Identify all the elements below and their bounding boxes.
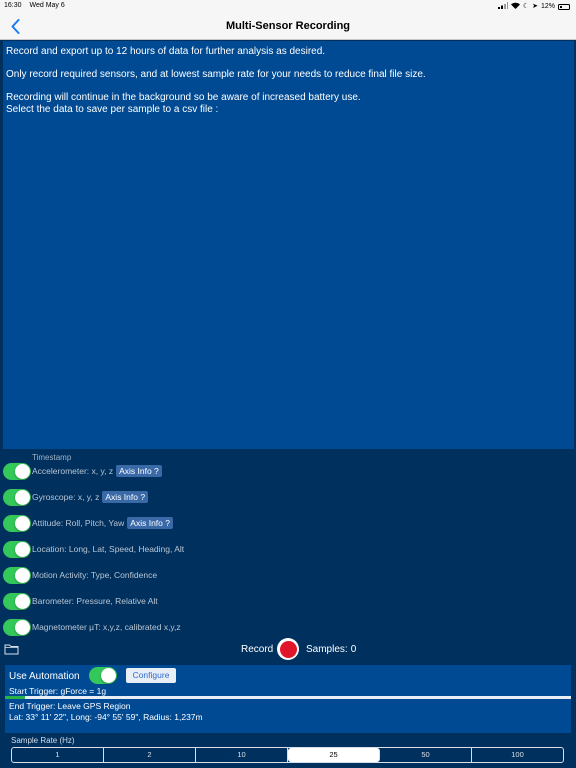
sample-rate-option-2[interactable]: 2 [104,748,196,762]
attitude-label: Attitude: Roll, Pitch, Yaw [32,518,125,528]
wifi-icon [510,2,520,12]
info-line-export: Record and export up to 12 hours of data… [6,46,326,57]
accelerometer-toggle[interactable] [3,462,31,480]
sensor-row-magnetometer: Magnetometer µT: x,y,z, calibrated x,y,z [3,617,403,637]
sample-rate-label: Sample Rate (Hz) [11,736,75,745]
moon-icon: ☾ [522,3,530,10]
use-automation-label: Use Automation [9,671,80,682]
attitude-toggle[interactable] [3,514,31,532]
gyroscope-axis-info-button[interactable]: Axis Info ? [102,491,149,503]
info-panel: Record and export up to 12 hours of data… [3,41,574,449]
barometer-label: Barometer: Pressure, Relative Alt [32,596,158,606]
gps-region-text: Lat: 33° 11' 22", Long: -94° 55' 59", Ra… [9,711,203,722]
motion-activity-toggle[interactable] [3,566,31,584]
record-dot-icon [279,640,297,658]
sensor-row-barometer: Barometer: Pressure, Relative Alt [3,591,403,611]
info-line-battery: Recording will continue in the backgroun… [6,92,361,103]
use-automation-toggle[interactable] [89,667,117,684]
accelerometer-axis-info-button[interactable]: Axis Info ? [116,465,162,477]
attitude-axis-info-button[interactable]: Axis Info ? [127,517,173,529]
sample-rate-option-10[interactable]: 10 [196,748,288,762]
magnetometer-toggle[interactable] [3,618,31,636]
magnetometer-label: Magnetometer µT: x,y,z, calibrated x,y,z [32,622,181,632]
motion-activity-label: Motion Activity: Type, Confidence [32,570,158,580]
end-trigger-text: End Trigger: Leave GPS Region [9,701,131,711]
end-trigger-block: End Trigger: Leave GPS Region Lat: 33° 1… [9,701,203,722]
location-toggle[interactable] [3,540,31,558]
configure-button[interactable]: Configure [126,668,176,683]
info-line-select: Select the data to save per sample to a … [6,104,219,115]
battery-percent: 12% [540,3,555,10]
sensor-row-gyroscope: Gyroscope: x, y, z Axis Info ? [3,487,403,507]
start-trigger-text: Start Trigger: gForce = 1g [9,686,107,696]
sample-rate-option-25[interactable]: 25 [288,748,380,762]
accelerometer-label: Accelerometer: x, y, z [32,466,114,476]
location-label: Location: Long, Lat, Speed, Heading, Alt [32,544,185,554]
samples-counter: Samples: 0 [306,644,356,655]
sensor-row-accelerometer: Accelerometer: x, y, z Axis Info ? [3,461,403,481]
navigation-bar: Multi-Sensor Recording [0,12,576,40]
samples-label: Samples: [306,644,348,655]
status-bar: 16:30 Wed May 6 ☾ ➤ 12% [0,0,576,12]
sample-rate-option-100[interactable]: 100 [472,748,563,762]
gyroscope-toggle[interactable] [3,488,31,506]
sensor-row-attitude: Attitude: Roll, Pitch, Yaw Axis Info ? [3,513,403,533]
status-date: Wed May 6 [29,2,65,9]
sample-rate-option-1[interactable]: 1 [12,748,104,762]
sensor-row-motion: Motion Activity: Type, Confidence [3,565,403,585]
location-arrow-icon: ➤ [532,3,538,10]
record-button[interactable] [277,638,299,660]
status-time: 16:30 [4,2,22,9]
sample-rate-option-50[interactable]: 50 [380,748,472,762]
sensor-row-location: Location: Long, Lat, Speed, Heading, Alt [3,539,403,559]
gyroscope-label: Gyroscope: x, y, z [32,492,100,502]
samples-value: 0 [350,644,357,655]
barometer-toggle[interactable] [3,592,31,610]
automation-panel: Use Automation Configure Start Trigger: … [5,665,571,733]
record-label: Record [241,644,274,655]
automation-progress-fill [5,696,25,699]
signal-icon [497,2,508,12]
automation-progress-bar [5,696,571,699]
folder-button[interactable] [4,642,19,660]
info-line-sensors: Only record required sensors, and at low… [6,69,426,80]
page-title: Multi-Sensor Recording [225,20,351,32]
battery-icon [558,4,570,10]
sample-rate-segmented-control: 1 2 10 25 50 100 [11,747,564,763]
folder-icon [4,644,19,655]
